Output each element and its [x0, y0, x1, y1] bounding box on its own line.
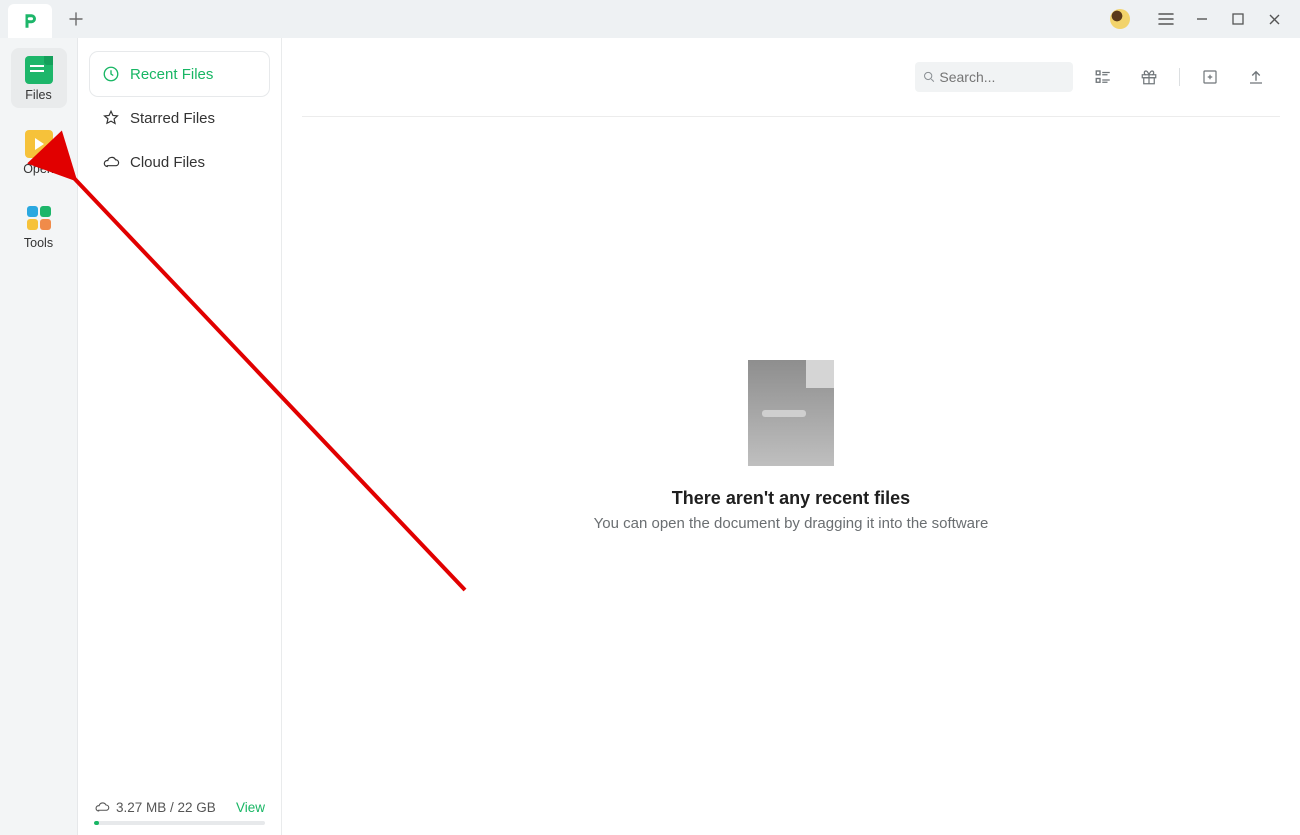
- app-tab[interactable]: [8, 4, 52, 38]
- title-bar: [0, 0, 1300, 38]
- storage-text: 3.27 MB / 22 GB: [116, 800, 216, 815]
- close-icon: [1268, 13, 1281, 26]
- empty-title: There aren't any recent files: [672, 488, 910, 509]
- user-avatar[interactable]: [1110, 9, 1130, 29]
- empty-file-icon: [748, 360, 834, 466]
- hamburger-icon: [1158, 12, 1174, 26]
- open-folder-icon: [25, 130, 53, 158]
- rail-label: Tools: [24, 236, 53, 250]
- rail-item-open[interactable]: Open: [11, 122, 67, 182]
- clock-icon: [102, 65, 120, 83]
- sidebar-item-label: Cloud Files: [130, 154, 205, 171]
- maximize-button[interactable]: [1220, 4, 1256, 34]
- plus-icon: [69, 12, 83, 26]
- sidebar-item-label: Starred Files: [130, 110, 215, 127]
- files-icon: [25, 56, 53, 84]
- rail-label: Open: [23, 162, 54, 176]
- app-logo-icon: [21, 12, 39, 30]
- rail-item-files[interactable]: Files: [11, 48, 67, 108]
- maximize-icon: [1232, 13, 1244, 25]
- empty-subtitle: You can open the document by dragging it…: [594, 515, 989, 532]
- sidebar-item-cloud[interactable]: Cloud Files: [90, 140, 269, 184]
- nav-rail: Files Open Tools: [0, 38, 78, 835]
- storage-bar: [94, 821, 265, 825]
- storage-view-link[interactable]: View: [236, 800, 265, 815]
- content-area: There aren't any recent files You can op…: [282, 38, 1300, 835]
- close-button[interactable]: [1256, 4, 1292, 34]
- empty-state: There aren't any recent files You can op…: [282, 87, 1300, 805]
- tools-icon: [25, 204, 53, 232]
- star-icon: [102, 109, 120, 127]
- gift-icon: [1140, 68, 1158, 86]
- new-file-icon: [1201, 68, 1219, 86]
- rail-label: Files: [25, 88, 51, 102]
- cloud-icon: [102, 153, 120, 171]
- minimize-button[interactable]: [1184, 4, 1220, 34]
- cloud-icon: [94, 799, 110, 815]
- minimize-icon: [1195, 12, 1209, 26]
- sidebar-item-label: Recent Files: [130, 66, 213, 83]
- search-input[interactable]: [939, 69, 1065, 85]
- storage-summary: 3.27 MB / 22 GB View: [90, 799, 269, 815]
- sidebar-item-starred[interactable]: Starred Files: [90, 96, 269, 140]
- new-tab-button[interactable]: [62, 5, 90, 33]
- search-icon: [923, 70, 935, 84]
- toolbar-separator: [1179, 68, 1180, 86]
- rail-item-tools[interactable]: Tools: [11, 196, 67, 256]
- menu-button[interactable]: [1148, 4, 1184, 34]
- upload-icon: [1247, 68, 1265, 86]
- sidebar-item-recent[interactable]: Recent Files: [90, 52, 269, 96]
- list-view-icon: [1094, 68, 1112, 86]
- sidebar: Recent Files Starred Files Cloud Files 3…: [78, 38, 282, 835]
